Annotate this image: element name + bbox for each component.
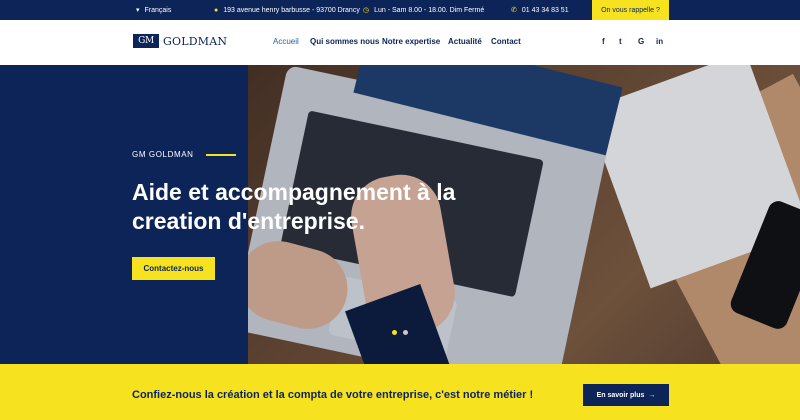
contact-button[interactable]: Contactez-nous — [132, 257, 215, 280]
map-marker-icon: ● — [214, 6, 219, 14]
hero-eyebrow: GM GOLDMAN — [132, 150, 236, 159]
learn-more-label: En savoir plus — [596, 391, 645, 399]
logo-mark: GM — [133, 34, 159, 48]
nav-contact[interactable]: Contact — [491, 37, 521, 46]
eyebrow-line — [205, 153, 236, 156]
hero-eyebrow-text: GM GOLDMAN — [132, 150, 194, 159]
slider-dots — [392, 330, 408, 335]
logo[interactable]: GM GOLDMAN — [133, 34, 227, 48]
chevron-down-icon: ▾ — [136, 7, 140, 14]
clock-icon: ◷ — [363, 7, 370, 14]
address-text: 193 avenue henry barbusse - 93700 Drancy — [223, 6, 360, 14]
nav-qui-sommes-nous[interactable]: Qui sommes nous — [310, 37, 379, 46]
hours-text: Lun - Sam 8.00 - 18.00. Dim Fermé — [374, 6, 485, 14]
slider-dot-2[interactable] — [403, 330, 408, 335]
address-info: ● 193 avenue henry barbusse - 93700 Dran… — [214, 0, 360, 20]
hours-info: ◷ Lun - Sam 8.00 - 18.00. Dim Fermé — [363, 0, 484, 20]
arrow-right-icon: → — [648, 391, 656, 399]
callback-button[interactable]: On vous rappelle ? — [592, 0, 669, 20]
facebook-icon[interactable]: f — [602, 37, 605, 46]
cta-band-text: Confiez-nous la création et la compta de… — [132, 389, 534, 401]
hero-title: Aide et accompagnement à la creation d'e… — [132, 179, 456, 234]
phone-icon: ✆ — [511, 7, 517, 14]
google-icon[interactable]: G — [638, 37, 644, 46]
top-bar: ▾ Français ● 193 avenue henry barbusse -… — [0, 0, 800, 20]
phone-info[interactable]: ✆ 01 43 34 83 51 — [511, 0, 569, 20]
language-selector[interactable]: ▾ Français — [136, 0, 171, 20]
learn-more-button[interactable]: En savoir plus → — [583, 384, 669, 406]
phone-text: 01 43 34 83 51 — [521, 6, 569, 14]
nav-notre-expertise[interactable]: Notre expertise — [382, 37, 440, 46]
twitter-icon[interactable]: t — [619, 37, 622, 46]
nav-actualite[interactable]: Actualité — [448, 37, 482, 46]
language-label: Français — [144, 6, 172, 14]
nav-accueil[interactable]: Accueil — [273, 37, 299, 46]
slider-dot-1[interactable] — [392, 330, 397, 335]
linkedin-icon[interactable]: in — [656, 37, 663, 46]
logo-text: GOLDMAN — [163, 34, 228, 48]
